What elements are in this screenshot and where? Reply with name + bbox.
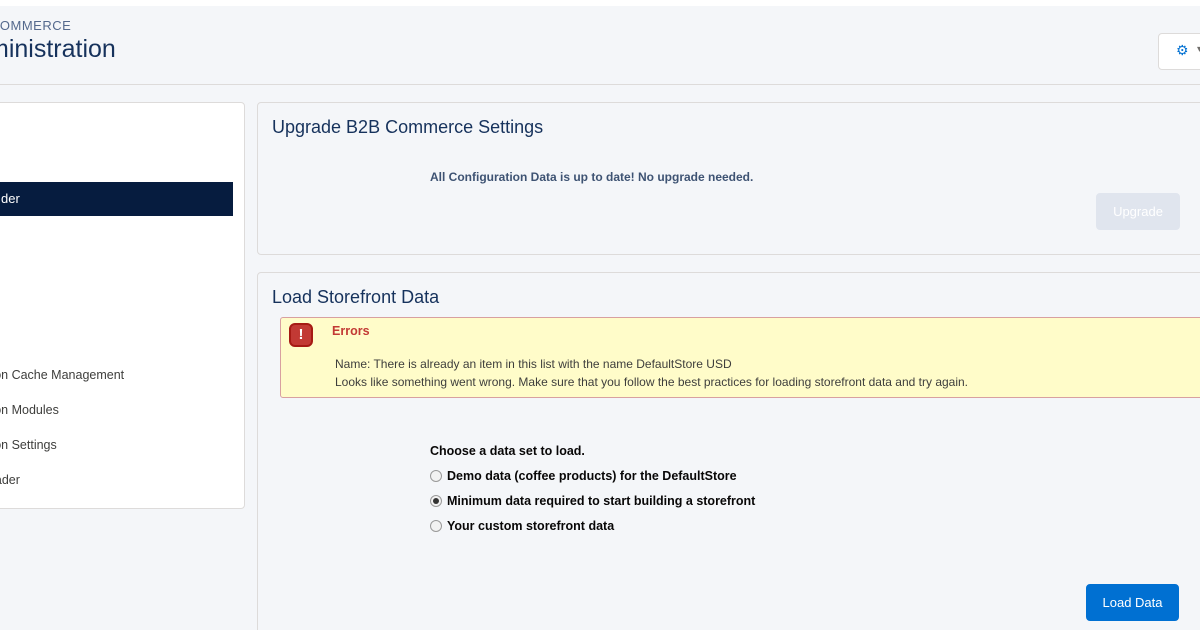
radio-button-checked[interactable] (430, 495, 442, 507)
page-header: COMMERCE ministration ⚙ ▾ (0, 6, 1200, 85)
sidebar-item-modules[interactable]: ation Modules (0, 403, 59, 417)
header-eyebrow: COMMERCE (0, 18, 72, 33)
radio-label: Minimum data required to start building … (447, 494, 756, 508)
page: COMMERCE ministration ⚙ ▾ GS der s ts at… (0, 6, 1200, 630)
dataset-choice-label: Choose a data set to load. (430, 444, 585, 458)
upgrade-card-title: Upgrade B2B Commerce Settings (272, 117, 544, 137)
radio-button[interactable] (430, 470, 442, 482)
upgrade-status-message: All Configuration Data is up to date! No… (430, 170, 754, 184)
sidebar-item-cache-management[interactable]: ation Cache Management (0, 368, 124, 382)
error-alert: ! Errors Name: There is already an item … (280, 317, 1200, 398)
load-card-title: Load Storefront Data (272, 287, 440, 307)
sidebar: GS der s ts ation Cache Management ation… (0, 102, 245, 509)
error-message-line: Looks like something went wrong. Make su… (335, 375, 969, 389)
radio-label: Your custom storefront data (447, 519, 615, 533)
radio-button[interactable] (430, 520, 442, 532)
load-storefront-card: Load Storefront Data ! Errors Name: Ther… (257, 272, 1200, 630)
sidebar-item-data-loader[interactable]: der (0, 182, 233, 216)
error-icon: ! (289, 323, 313, 347)
upgrade-button[interactable]: Upgrade (1096, 193, 1180, 230)
error-title: Errors (332, 324, 370, 338)
error-message-line: Name: There is already an item in this l… (335, 357, 732, 371)
settings-menu-button[interactable]: ⚙ ▾ (1158, 33, 1200, 70)
sidebar-item-loader[interactable]: Loader (0, 473, 20, 487)
radio-label: Demo data (coffee products) for the Defa… (447, 469, 737, 483)
gear-icon: ⚙ (1176, 42, 1189, 58)
load-data-button[interactable]: Load Data (1086, 584, 1179, 621)
sidebar-item-settings[interactable]: ation Settings (0, 438, 57, 452)
upgrade-card: Upgrade B2B Commerce Settings All Config… (257, 102, 1200, 255)
page-title: ministration (0, 35, 116, 63)
